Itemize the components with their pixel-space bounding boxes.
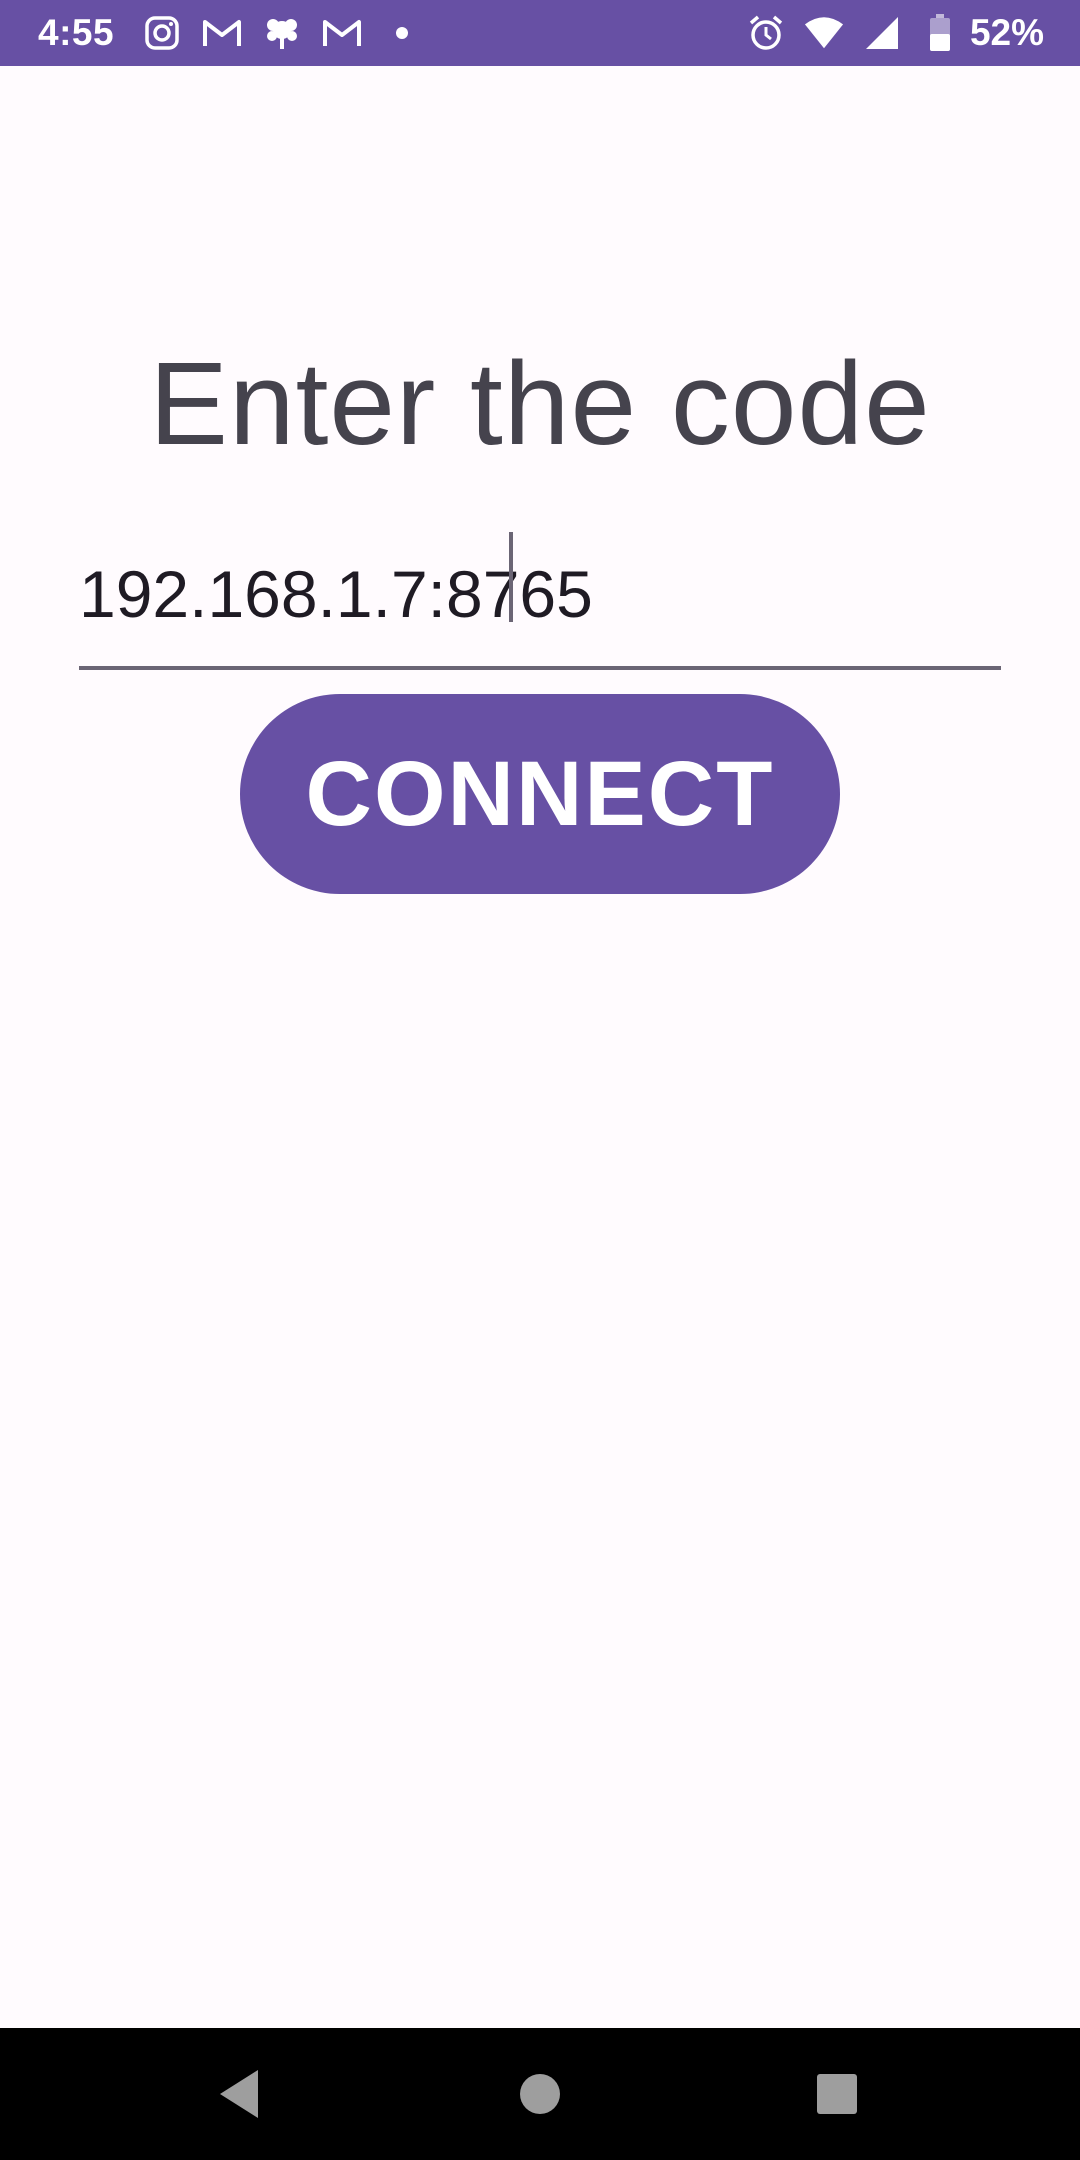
page-title: Enter the code [149, 338, 931, 470]
instagram-icon [142, 13, 182, 53]
status-bar: 4:55 52% [0, 0, 1080, 66]
alarm-icon [746, 13, 786, 53]
status-left: 4:55 [38, 12, 728, 54]
flower-app-icon [262, 13, 302, 53]
home-icon[interactable] [504, 2058, 576, 2130]
gmail-icon [322, 13, 362, 53]
battery-percent: 52% [969, 12, 1044, 53]
gmail-icon [202, 13, 242, 53]
connect-screen: Enter the code CONNECT [0, 66, 1080, 2028]
code-field-container[interactable] [79, 536, 1001, 670]
battery-icon [920, 13, 960, 53]
status-right: 52% [728, 12, 1044, 54]
signal-icon [862, 13, 902, 53]
text-cursor [509, 532, 513, 622]
status-time: 4:55 [38, 12, 115, 53]
more-notifications-dot-icon [396, 27, 409, 39]
connect-button[interactable]: CONNECT [240, 694, 840, 894]
recents-icon[interactable] [801, 2058, 873, 2130]
back-icon[interactable] [204, 2058, 276, 2130]
code-input[interactable] [79, 556, 1001, 632]
navigation-bar [0, 2028, 1080, 2160]
wifi-icon [804, 13, 844, 53]
